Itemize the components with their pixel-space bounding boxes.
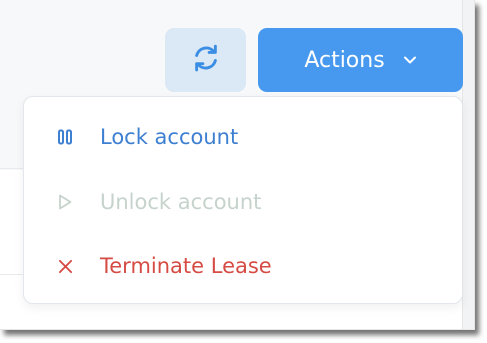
- menu-item-terminate-lease[interactable]: Terminate Lease: [24, 238, 462, 294]
- menu-item-label: Terminate Lease: [100, 254, 272, 278]
- actions-button-label: Actions: [304, 47, 385, 73]
- actions-button[interactable]: Actions: [258, 28, 463, 92]
- app-frame: Actions Lock account Unlock account Term…: [0, 0, 475, 330]
- menu-item-label: Unlock account: [100, 190, 262, 214]
- pause-icon: [56, 128, 74, 146]
- scrollbar-track[interactable]: [462, 0, 474, 329]
- refresh-button[interactable]: [165, 28, 246, 92]
- menu-item-unlock-account: Unlock account: [24, 174, 462, 230]
- play-icon: [56, 193, 74, 211]
- close-icon: [56, 257, 74, 275]
- refresh-icon: [191, 43, 221, 77]
- chevron-down-icon: [403, 55, 417, 65]
- actions-dropdown-menu: Lock account Unlock account Terminate Le…: [23, 96, 463, 304]
- menu-item-lock-account[interactable]: Lock account: [24, 109, 462, 165]
- menu-item-label: Lock account: [100, 125, 239, 149]
